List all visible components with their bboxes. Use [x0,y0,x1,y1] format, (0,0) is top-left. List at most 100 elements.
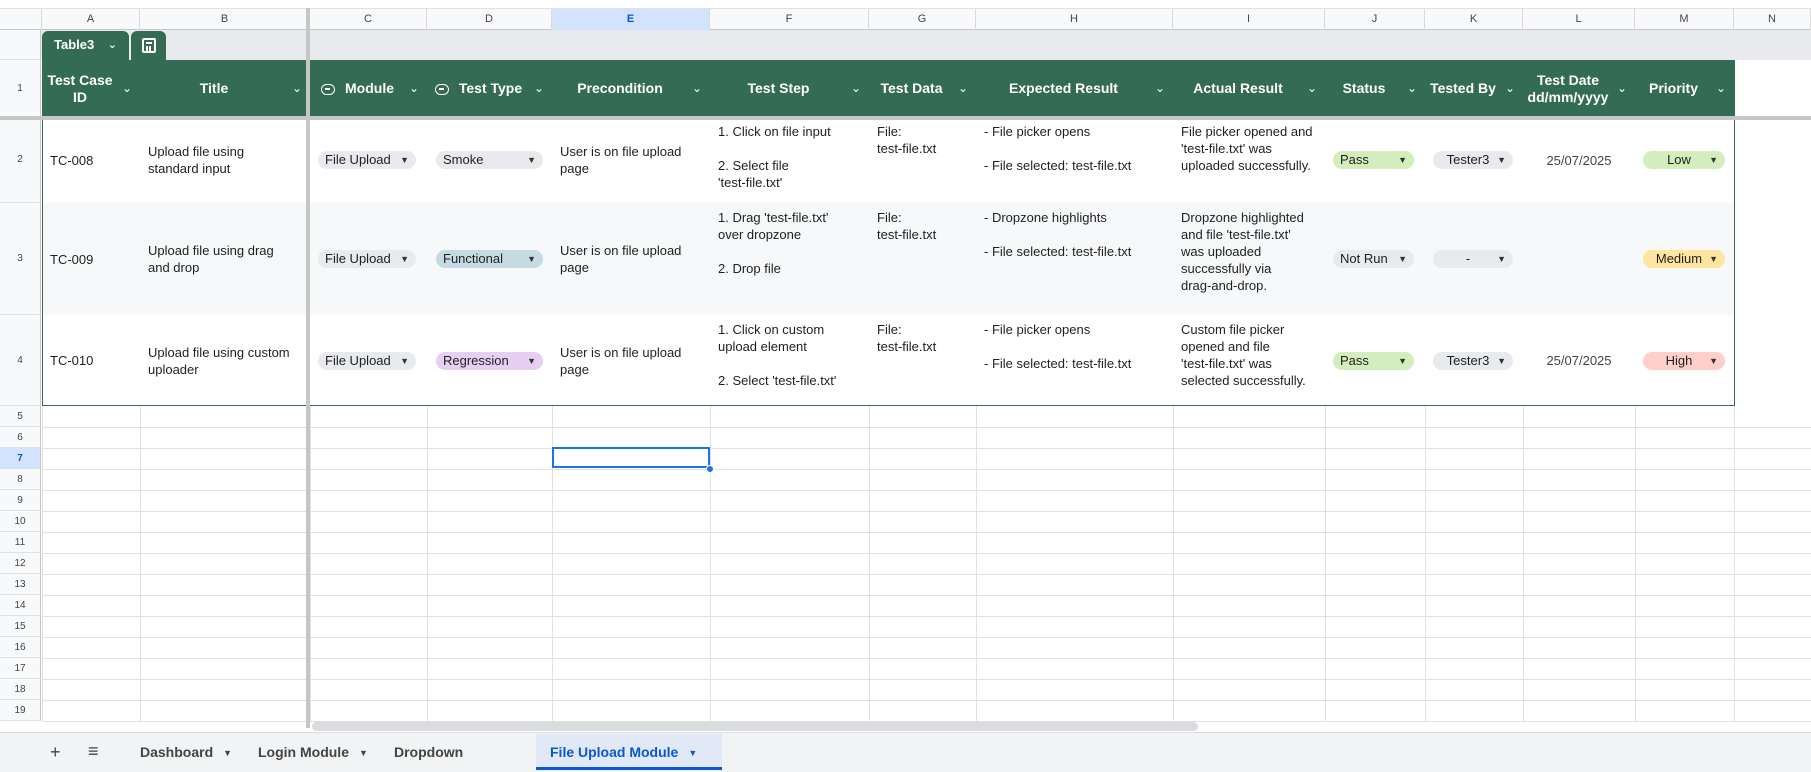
test-data-cell[interactable]: File: test-file.txt [877,321,972,355]
row-header-9[interactable]: 9 [0,490,41,511]
header-test-data[interactable]: Test Data ⌄ [869,60,976,117]
row-header-1[interactable]: 1 [0,60,41,117]
fill-handle[interactable] [706,465,714,473]
test-type-chip[interactable]: Functional ▼ [436,250,543,268]
row-header-13[interactable]: 13 [0,574,41,595]
column-header-j[interactable]: J [1325,9,1425,30]
test-data-cell[interactable]: File: test-file.txt [877,123,972,157]
row-header-6[interactable]: 6 [0,427,41,448]
sheet-tab-login-module[interactable]: Login Module ▼ [258,734,371,770]
row-header-15[interactable]: 15 [0,616,41,637]
expected-result-cell[interactable]: - Dropzone highlights - File selected: t… [984,209,1169,260]
header-test-step[interactable]: Test Step ⌄ [710,60,869,117]
test-case-id-cell[interactable]: TC-010 [50,352,136,369]
column-header-f[interactable]: F [710,9,869,30]
row-header-10[interactable]: 10 [0,511,41,532]
actual-result-cell[interactable]: Dropzone highlighted and file 'test-file… [1181,209,1321,294]
tested-by-chip[interactable]: - ▼ [1433,250,1513,268]
header-module[interactable]: Module ⌄ [310,60,427,117]
row-header-14[interactable]: 14 [0,595,41,616]
status-chip[interactable]: Not Run ▼ [1333,250,1414,268]
test-data-cell[interactable]: File: test-file.txt [877,209,972,243]
actual-result-cell[interactable]: Custom file picker opened and file 'test… [1181,321,1321,389]
sheet-tab-dropdown-module[interactable]: Dropdown Module▼ [394,734,532,770]
all-sheets-button[interactable]: ≡ [88,741,99,762]
selected-cell-E7[interactable] [552,447,710,468]
expected-result-cell[interactable]: - File picker opens - File selected: tes… [984,321,1169,372]
precondition-cell[interactable]: User is on file upload page [560,344,706,378]
select-all-corner[interactable] [0,9,42,30]
module-chip[interactable]: File Upload ▼ [318,151,416,169]
column-header-n[interactable]: N [1734,9,1811,30]
precondition-cell[interactable]: User is on file upload page [560,143,706,177]
frozen-row-divider[interactable] [0,116,1811,120]
expected-result-cell[interactable]: - File picker opens - File selected: tes… [984,123,1169,174]
priority-chip[interactable]: High ▼ [1643,351,1725,370]
title-cell[interactable]: Upload file using drag and drop [148,242,306,276]
add-sheet-button[interactable]: + [50,742,61,763]
test-date-cell[interactable]: 25/07/2025 [1523,152,1635,169]
row-header-2[interactable]: 2 [0,117,41,203]
column-header-b[interactable]: B [140,9,310,30]
column-header-e[interactable]: E [552,9,710,30]
row-header-3[interactable]: 3 [0,203,41,315]
column-header-i[interactable]: I [1173,9,1325,30]
header-test-type[interactable]: Test Type ⌄ [427,60,552,117]
column-header-h[interactable]: H [976,9,1173,30]
filter-chevron-icon[interactable]: ⌄ [851,80,861,97]
status-chip[interactable]: Pass ▼ [1333,151,1414,169]
header-precondition[interactable]: Precondition ⌄ [552,60,710,117]
filter-chevron-icon[interactable]: ⌄ [692,80,702,97]
filter-chevron-icon[interactable]: ⌄ [1505,80,1515,97]
status-chip[interactable]: Pass ▼ [1333,351,1414,370]
header-status[interactable]: Status ⌄ [1325,60,1425,117]
filter-chevron-icon[interactable]: ⌄ [534,80,544,97]
test-type-chip[interactable]: Smoke ▼ [436,151,543,169]
priority-chip[interactable]: Medium ▼ [1643,250,1725,268]
module-chip[interactable]: File Upload ▼ [318,351,416,370]
column-header-k[interactable]: K [1425,9,1523,30]
test-step-cell[interactable]: 1. Click on custom upload element 2. Sel… [718,321,865,389]
test-step-cell[interactable]: 1. Click on file input 2. Select file 't… [718,123,865,191]
tested-by-chip[interactable]: Tester3 ▼ [1433,151,1513,169]
column-header-d[interactable]: D [427,9,552,30]
test-step-cell[interactable]: 1. Drag 'test-file.txt' over dropzone 2.… [718,209,865,277]
module-chip[interactable]: File Upload ▼ [318,250,416,268]
filter-chevron-icon[interactable]: ⌄ [1155,80,1165,97]
tested-by-chip[interactable]: Tester3 ▼ [1433,351,1513,370]
test-case-id-cell[interactable]: TC-008 [50,152,136,169]
column-header-c[interactable]: C [310,9,427,30]
table-calculator-button[interactable] [131,31,166,60]
header-priority[interactable]: Priority ⌄ [1635,60,1734,117]
header-title[interactable]: Title ⌄ [140,60,310,117]
filter-chevron-icon[interactable]: ⌄ [1617,80,1627,97]
filter-chevron-icon[interactable]: ⌄ [1407,80,1417,97]
column-header-l[interactable]: L [1523,9,1635,30]
sheet-tab-file-upload-module[interactable]: File Upload Module ▼ [536,734,722,770]
header-actual-result[interactable]: Actual Result ⌄ [1173,60,1325,117]
row-header-7[interactable]: 7 [0,448,41,469]
column-header-g[interactable]: G [869,9,976,30]
title-cell[interactable]: Upload file using standard input [148,143,306,177]
filter-chevron-icon[interactable]: ⌄ [409,80,419,97]
row-header-4[interactable]: 4 [0,315,41,406]
row-header-12[interactable]: 12 [0,553,41,574]
horizontal-scrollbar[interactable] [312,722,1198,731]
filter-chevron-icon[interactable]: ⌄ [1307,80,1317,97]
column-header-a[interactable]: A [42,9,140,30]
sheet-tab-dashboard[interactable]: Dashboard ▼ [140,734,235,770]
row-header-17[interactable]: 17 [0,658,41,679]
row-header-16[interactable]: 16 [0,637,41,658]
filter-chevron-icon[interactable]: ⌄ [122,80,132,97]
filter-chevron-icon[interactable]: ⌄ [1716,80,1726,97]
test-case-id-cell[interactable]: TC-009 [50,251,136,268]
row-header-11[interactable]: 11 [0,532,41,553]
actual-result-cell[interactable]: File picker opened and 'test-file.txt' w… [1181,123,1321,174]
filter-chevron-icon[interactable]: ⌄ [292,80,302,97]
table-name-chip[interactable]: Table3 ⌄ [42,31,129,60]
row-header-8[interactable]: 8 [0,469,41,490]
priority-chip[interactable]: Low ▼ [1643,151,1725,169]
header-tested-by[interactable]: Tested By ⌄ [1425,60,1523,117]
row-header-5[interactable]: 5 [0,406,41,427]
row-header-19[interactable]: 19 [0,700,41,721]
